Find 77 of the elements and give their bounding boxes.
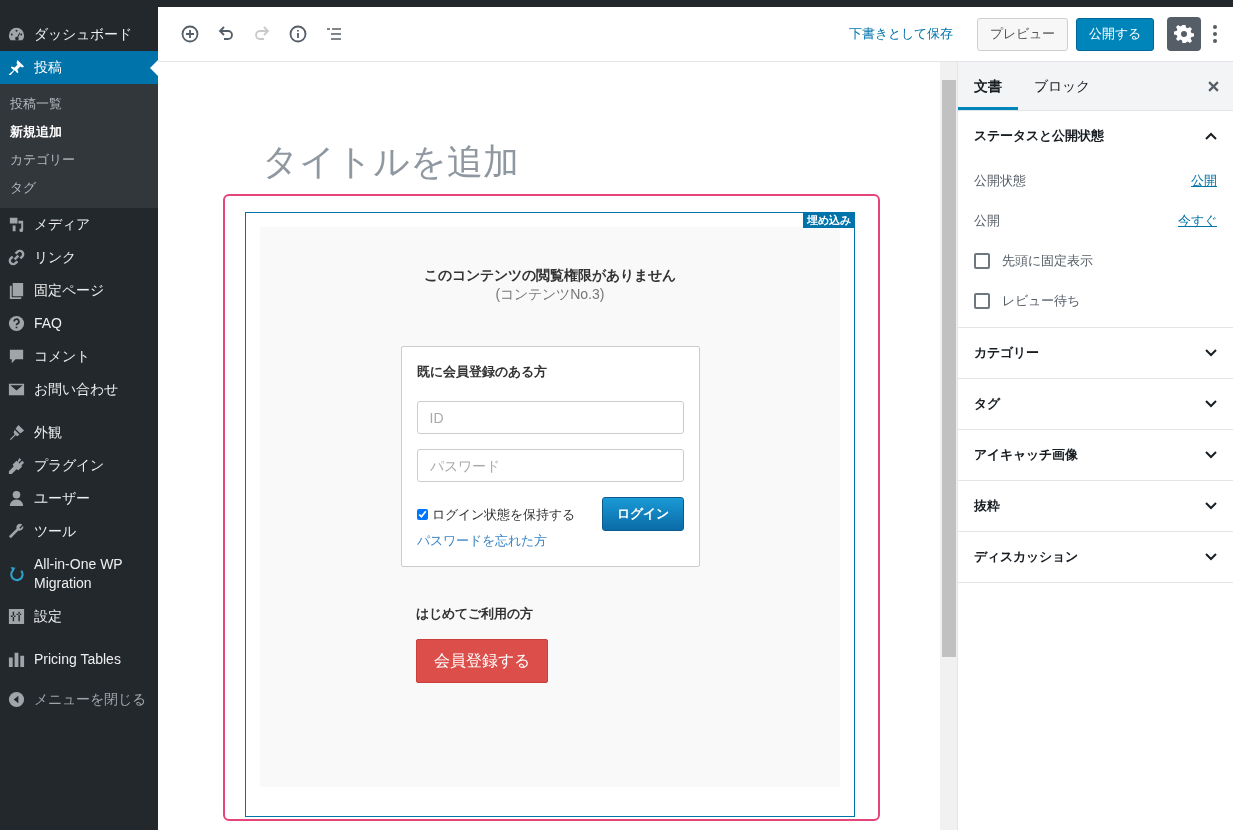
- more-icon: [1213, 25, 1217, 43]
- collapse-icon: [7, 690, 26, 709]
- menu-item[interactable]: リンク: [0, 241, 158, 274]
- submenu-item[interactable]: 投稿一覧: [0, 90, 158, 118]
- media-icon: [7, 215, 26, 234]
- menu-item[interactable]: メディア: [0, 208, 158, 241]
- save-draft-link[interactable]: 下書きとして保存: [849, 24, 953, 44]
- forgot-password-link[interactable]: パスワードを忘れた方: [416, 530, 575, 550]
- register-button[interactable]: 会員登録する: [415, 639, 548, 683]
- scrollbar[interactable]: [940, 62, 957, 830]
- menu-item[interactable]: 固定ページ: [0, 274, 158, 307]
- add-icon: [180, 24, 200, 44]
- menu-item[interactable]: FAQ: [0, 307, 158, 340]
- user-icon: [7, 489, 26, 508]
- password-field[interactable]: パスワード: [416, 449, 684, 482]
- chevron-down-icon: [1205, 451, 1217, 459]
- publish-button[interactable]: 公開する: [1076, 17, 1154, 51]
- menu-item[interactable]: お問い合わせ: [0, 373, 158, 406]
- link-icon: [7, 248, 26, 267]
- close-icon: [1207, 80, 1219, 92]
- collapse-menu-button[interactable]: メニューを閉じる: [0, 682, 158, 717]
- plug-icon: [7, 456, 26, 475]
- panel-section-header[interactable]: ステータスと公開状態: [958, 111, 1233, 161]
- remember-label: ログイン状態を保持する: [431, 506, 575, 524]
- checkbox-label: 先頭に固定表示: [1002, 252, 1093, 271]
- menu-item[interactable]: ユーザー: [0, 482, 158, 515]
- sync-icon: [7, 564, 26, 584]
- menu-item[interactable]: ダッシュボード: [0, 18, 158, 51]
- menu-item[interactable]: 外観: [0, 416, 158, 449]
- menu-item[interactable]: ツール: [0, 515, 158, 548]
- checkbox[interactable]: [974, 253, 990, 269]
- login-button[interactable]: ログイン: [601, 497, 684, 531]
- pin-icon: [7, 58, 26, 77]
- field-value-link[interactable]: 公開: [1191, 171, 1217, 191]
- id-field[interactable]: ID: [416, 401, 684, 434]
- menu-item[interactable]: 設定: [0, 600, 158, 633]
- chevron-down-icon: [1205, 349, 1217, 357]
- submenu-item[interactable]: タグ: [0, 174, 158, 202]
- settings-icon: [1174, 24, 1194, 44]
- field-value-link[interactable]: 今すぐ: [1178, 211, 1217, 231]
- settings-button[interactable]: [1167, 17, 1201, 51]
- chevron-down-icon: [1205, 502, 1217, 510]
- bar-chart-icon: [7, 650, 26, 669]
- submenu-item[interactable]: カテゴリー: [0, 146, 158, 174]
- menu-item[interactable]: All-in-One WP Migration: [0, 548, 158, 600]
- sliders-icon: [7, 607, 26, 626]
- submenu-item[interactable]: 新規追加: [0, 118, 158, 146]
- brush-icon: [7, 423, 26, 442]
- panel-section-header[interactable]: アイキャッチ画像: [958, 430, 1233, 480]
- menu-item[interactable]: 投稿: [0, 51, 158, 84]
- block-label: 埋め込み: [803, 212, 855, 228]
- field-label: 公開状態: [974, 172, 1026, 191]
- menu-item[interactable]: Pricing Tables: [0, 643, 158, 676]
- panel-section-header[interactable]: カテゴリー: [958, 328, 1233, 378]
- remember-checkbox[interactable]: [416, 509, 428, 521]
- preview-button[interactable]: プレビュー: [977, 17, 1068, 51]
- checkbox-label: レビュー待ち: [1002, 292, 1080, 311]
- notice-text: このコンテンツの閲覧権限がありません: [424, 266, 676, 285]
- tab[interactable]: 文書: [958, 62, 1018, 110]
- content-number: (コンテンツNo.3): [495, 285, 605, 303]
- chevron-up-icon: [1205, 132, 1217, 140]
- wrench-icon: [7, 522, 26, 541]
- field-label: 公開: [974, 212, 1000, 231]
- chevron-down-icon: [1205, 553, 1217, 561]
- info-icon: [288, 24, 308, 44]
- tab[interactable]: ブロック: [1018, 62, 1106, 110]
- panel-section-header[interactable]: タグ: [958, 379, 1233, 429]
- chevron-down-icon: [1205, 400, 1217, 408]
- menu-item[interactable]: プラグイン: [0, 449, 158, 482]
- login-heading: 既に会員登録のある方: [416, 363, 548, 381]
- panel-section-header[interactable]: ディスカッション: [958, 532, 1233, 582]
- menu-item[interactable]: コメント: [0, 340, 158, 373]
- checkbox[interactable]: [974, 293, 990, 309]
- help-icon: [7, 314, 26, 333]
- panel-section-header[interactable]: 抜粋: [958, 481, 1233, 531]
- pages-icon: [7, 281, 26, 300]
- new-user-heading: はじめてご利用の方: [415, 605, 533, 623]
